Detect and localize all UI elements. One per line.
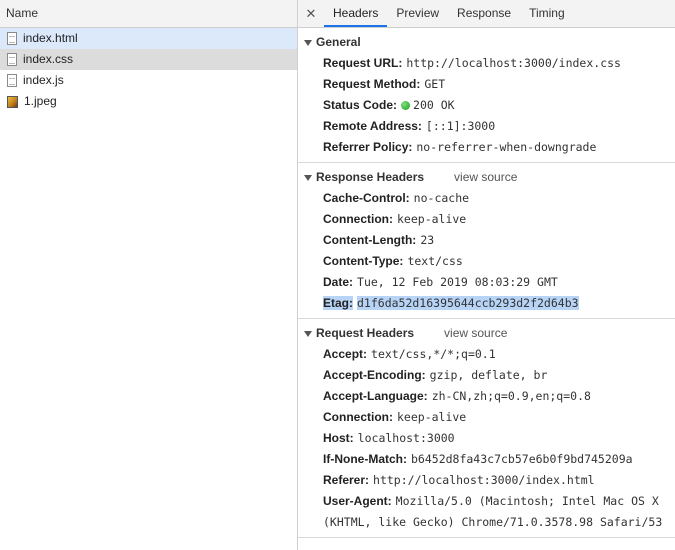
section-title: Request Headers <box>316 326 415 340</box>
header-key: Accept: <box>323 347 368 361</box>
view-source-link[interactable]: view source <box>454 167 517 188</box>
tab-timing[interactable]: Timing <box>520 0 574 27</box>
header-value: Tue, 12 Feb 2019 08:03:29 GMT <box>357 275 558 289</box>
header-key: Etag: <box>323 296 353 310</box>
header-value: text/css <box>407 254 463 268</box>
header-value: gzip, deflate, br <box>429 368 548 382</box>
header-value: zh-CN,zh;q=0.9,en;q=0.8 <box>431 389 591 403</box>
triangle-down-icon <box>304 174 312 181</box>
image-icon <box>7 95 18 108</box>
header-row-user-agent: User-Agent: Mozilla/5.0 (Macintosh; Intel… <box>298 491 675 512</box>
header-value: no-cache <box>413 191 470 205</box>
header-row: Content-Length: 23 <box>298 230 675 251</box>
header-row: Accept: text/css,*/*;q=0.1 <box>298 344 675 365</box>
header-key: Remote Address: <box>323 119 422 133</box>
header-row: Referer: http://localhost:3000/index.html <box>298 470 675 491</box>
status-ok-icon <box>401 101 411 110</box>
header-row: Content-Type: text/css <box>298 251 675 272</box>
header-value: keep-alive <box>397 410 467 424</box>
header-row: Accept-Encoding: gzip, deflate, br <box>298 365 675 386</box>
view-source-link[interactable]: view source <box>444 323 507 344</box>
header-key: Request Method: <box>323 77 421 91</box>
header-value: [::1]:3000 <box>425 119 496 133</box>
response-headers-toggle[interactable]: Response Headers view source <box>298 167 675 188</box>
header-value: http://localhost:3000/index.html <box>373 473 595 487</box>
name-column-header[interactable]: Name <box>0 0 297 28</box>
header-value: d1f6da52d16395644ccb293d2f2d64b3 <box>357 296 579 310</box>
file-name: index.html <box>23 31 78 45</box>
header-key: Date: <box>323 275 354 289</box>
triangle-down-icon <box>304 39 312 46</box>
header-key: Connection: <box>323 212 393 226</box>
tab-preview[interactable]: Preview <box>387 0 448 27</box>
request-headers-section: Request Headers view source Accept: text/… <box>298 323 675 538</box>
general-section-toggle[interactable]: General <box>298 32 675 53</box>
close-icon[interactable]: ✕ <box>298 0 324 27</box>
header-value: b6452d8fa43c7cb57e6b0f9bd745209a <box>411 452 633 466</box>
document-icon <box>7 74 17 87</box>
header-row: Date: Tue, 12 Feb 2019 08:03:29 GMT <box>298 272 675 293</box>
general-section: General Request URL: http://localhost:300… <box>298 32 675 163</box>
header-value: 200 OK <box>413 98 455 112</box>
section-title: Response Headers <box>316 170 425 184</box>
section-title: General <box>316 35 361 49</box>
header-key: Host: <box>323 431 354 445</box>
file-row-index-css[interactable]: index.css <box>0 49 297 70</box>
file-row-1-jpeg[interactable]: 1.jpeg <box>0 91 297 112</box>
header-row-remote-address: Remote Address: [::1]:3000 <box>298 116 675 137</box>
request-headers-toggle[interactable]: Request Headers view source <box>298 323 675 344</box>
network-file-list: Name index.html index.css index.js 1.jpe… <box>0 0 298 550</box>
header-key: Accept-Language: <box>323 389 428 403</box>
header-row: Connection: keep-alive <box>298 209 675 230</box>
response-headers-section: Response Headers view source Cache-Contr… <box>298 167 675 319</box>
request-details-panel: ✕ Headers Preview Response Timing Genera… <box>298 0 675 550</box>
header-row-status-code: Status Code: 200 OK <box>298 95 675 116</box>
header-row: Cache-Control: no-cache <box>298 188 675 209</box>
file-name: 1.jpeg <box>24 94 57 108</box>
tab-headers[interactable]: Headers <box>324 0 388 27</box>
header-key: Referrer Policy: <box>323 140 413 154</box>
header-row: If-None-Match: b6452d8fa43c7cb57e6b0f9bd7… <box>298 449 675 470</box>
header-value: no-referrer-when-downgrade <box>416 140 597 154</box>
header-value: 23 <box>420 233 435 247</box>
header-key: Cache-Control: <box>323 191 410 205</box>
header-key: Referer: <box>323 473 370 487</box>
header-value: Mozilla/5.0 (Macintosh; Intel Mac OS X <box>395 494 659 508</box>
file-name: index.js <box>23 73 64 87</box>
file-row-index-html[interactable]: index.html <box>0 28 297 49</box>
header-row-request-url: Request URL: http://localhost:3000/index.… <box>298 53 675 74</box>
document-icon <box>7 32 17 45</box>
header-row: Accept-Language: zh-CN,zh;q=0.9,en;q=0.8 <box>298 386 675 407</box>
header-row-request-method: Request Method: GET <box>298 74 675 95</box>
header-row: Host: localhost:3000 <box>298 428 675 449</box>
header-row-referrer-policy: Referrer Policy: no-referrer-when-downgra… <box>298 137 675 158</box>
header-row: Connection: keep-alive <box>298 407 675 428</box>
header-value: localhost:3000 <box>357 431 455 445</box>
header-value: GET <box>424 77 446 91</box>
header-key: Connection: <box>323 410 393 424</box>
header-value: text/css,*/*;q=0.1 <box>371 347 496 361</box>
header-key: Status Code: <box>323 98 398 112</box>
file-name: index.css <box>23 52 74 66</box>
header-row-etag: Etag: d1f6da52d16395644ccb293d2f2d64b3 <box>298 293 675 314</box>
header-value: keep-alive <box>397 212 467 226</box>
file-row-index-js[interactable]: index.js <box>0 70 297 91</box>
header-value: http://localhost:3000/index.css <box>406 56 621 70</box>
details-tab-bar: ✕ Headers Preview Response Timing <box>298 0 675 28</box>
header-key: Content-Length: <box>323 233 417 247</box>
header-key: Accept-Encoding: <box>323 368 426 382</box>
document-icon <box>7 53 17 66</box>
header-value: (KHTML, like Gecko) Chrome/71.0.3578.98 … <box>323 515 663 529</box>
header-key: If-None-Match: <box>323 452 407 466</box>
triangle-down-icon <box>304 330 312 337</box>
header-key: Request URL: <box>323 56 403 70</box>
header-row-user-agent-continued: (KHTML, like Gecko) Chrome/71.0.3578.98 … <box>298 512 675 533</box>
tab-response[interactable]: Response <box>448 0 520 27</box>
header-key: Content-Type: <box>323 254 404 268</box>
header-key: User-Agent: <box>323 494 392 508</box>
